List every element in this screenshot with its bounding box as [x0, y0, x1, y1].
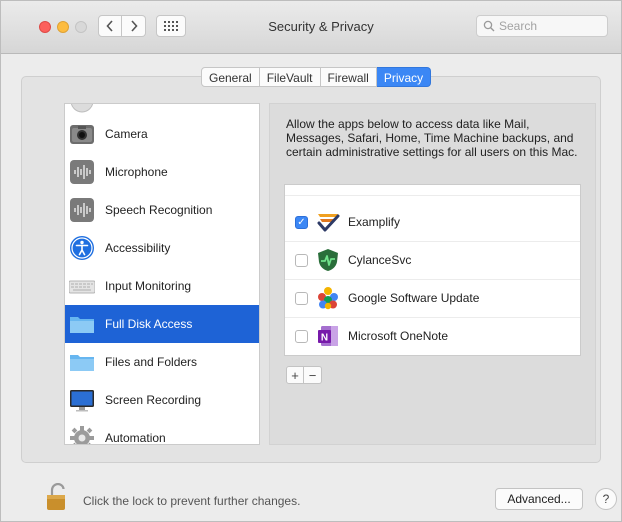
app-checkbox[interactable]: ✓: [295, 215, 308, 229]
list-item-microsoft-onenote[interactable]: N Microsoft OneNote: [285, 317, 580, 355]
list-item-partial[interactable]: [285, 185, 580, 196]
zoom-window-button[interactable]: [75, 21, 87, 33]
onenote-icon: N: [316, 324, 340, 348]
list-item-cylancesvc[interactable]: CylanceSvc: [285, 241, 580, 280]
help-button[interactable]: ?: [595, 488, 617, 510]
accessibility-icon: [69, 235, 95, 261]
minimize-window-button[interactable]: [57, 21, 69, 33]
app-checkbox[interactable]: [295, 291, 308, 305]
app-list[interactable]: ✓ Examplify CylanceSvc Google Software U…: [284, 184, 581, 356]
sidebar-item-files-and-folders[interactable]: Files and Folders: [65, 343, 259, 381]
sidebar-item-label: Microphone: [105, 165, 168, 179]
app-name: CylanceSvc: [348, 253, 412, 267]
search-placeholder: Search: [499, 19, 538, 33]
preferences-window: Security & Privacy Search General FileVa…: [0, 0, 622, 522]
app-checkbox[interactable]: [295, 253, 308, 267]
camera-icon: [69, 121, 95, 147]
sidebar-item-label: Accessibility: [105, 241, 171, 255]
privacy-category-list[interactable]: Camera Microphone Speech Recognition Acc…: [64, 103, 260, 445]
sidebar-item-label: Files and Folders: [105, 355, 198, 369]
list-item-examplify[interactable]: ✓ Examplify: [285, 203, 580, 242]
tab-privacy[interactable]: Privacy: [376, 67, 432, 87]
examplify-icon: [316, 210, 340, 234]
app-name: Examplify: [348, 215, 401, 229]
grid-icon: [164, 21, 178, 31]
svg-text:N: N: [321, 333, 328, 344]
sidebar-item-label: Speech Recognition: [105, 203, 213, 217]
window-title: Security & Privacy: [268, 19, 374, 34]
sidebar-item-input-monitoring[interactable]: Input Monitoring: [65, 267, 259, 305]
chevron-left-icon: [106, 20, 113, 32]
search-field[interactable]: Search: [476, 15, 608, 37]
keyboard-icon: [68, 273, 96, 299]
sidebar-item-label: Input Monitoring: [105, 279, 192, 293]
tab-bar: General FileVault Firewall Privacy: [201, 67, 432, 87]
microphone-icon: [69, 159, 95, 185]
search-icon: [483, 20, 495, 32]
title-bar: Security & Privacy Search: [1, 1, 621, 54]
sidebar-item-camera[interactable]: Camera: [65, 115, 259, 153]
remove-app-button[interactable]: −: [304, 366, 322, 384]
app-checkbox[interactable]: [295, 329, 308, 343]
close-window-button[interactable]: [39, 21, 51, 33]
sidebar-item-label: Camera: [105, 127, 148, 141]
list-item-google-software-update[interactable]: Google Software Update: [285, 279, 580, 318]
sidebar-item-label: Automation: [105, 431, 166, 445]
app-name: Microsoft OneNote: [348, 329, 449, 343]
gear-icon: [69, 425, 95, 444]
app-name: Google Software Update: [348, 291, 480, 305]
chevron-right-icon: [130, 20, 138, 32]
sidebar-item-accessibility[interactable]: Accessibility: [65, 229, 259, 267]
sidebar-item-microphone[interactable]: Microphone: [65, 153, 259, 191]
sidebar-item-label: Full Disk Access: [105, 317, 193, 331]
back-button[interactable]: [98, 15, 122, 37]
google-software-update-icon: [316, 286, 340, 310]
lock-icon[interactable]: [46, 482, 68, 511]
add-app-button[interactable]: +: [286, 366, 304, 384]
lock-status-text: Click the lock to prevent further change…: [83, 494, 301, 508]
cylance-icon: [316, 248, 340, 272]
advanced-button[interactable]: Advanced...: [495, 488, 583, 510]
tab-filevault[interactable]: FileVault: [259, 67, 321, 87]
tab-general[interactable]: General: [201, 67, 260, 87]
full-disk-access-description: Allow the apps below to access data like…: [286, 117, 578, 159]
tab-firewall[interactable]: Firewall: [320, 67, 377, 87]
forward-button[interactable]: [122, 15, 146, 37]
sidebar-item-screen-recording[interactable]: Screen Recording: [65, 381, 259, 419]
speech-recognition-icon: [69, 197, 95, 223]
sidebar-item-automation[interactable]: Automation: [65, 419, 259, 445]
folder-icon: [69, 349, 95, 375]
sidebar-item-speech-recognition[interactable]: Speech Recognition: [65, 191, 259, 229]
show-all-button[interactable]: [156, 15, 186, 37]
location-icon: [69, 104, 95, 114]
sidebar-item-full-disk-access[interactable]: Full Disk Access: [65, 305, 259, 343]
display-icon: [69, 387, 95, 413]
folder-icon: [69, 311, 95, 337]
sidebar-item-label: Screen Recording: [105, 393, 202, 407]
add-remove-control: + −: [286, 366, 322, 384]
